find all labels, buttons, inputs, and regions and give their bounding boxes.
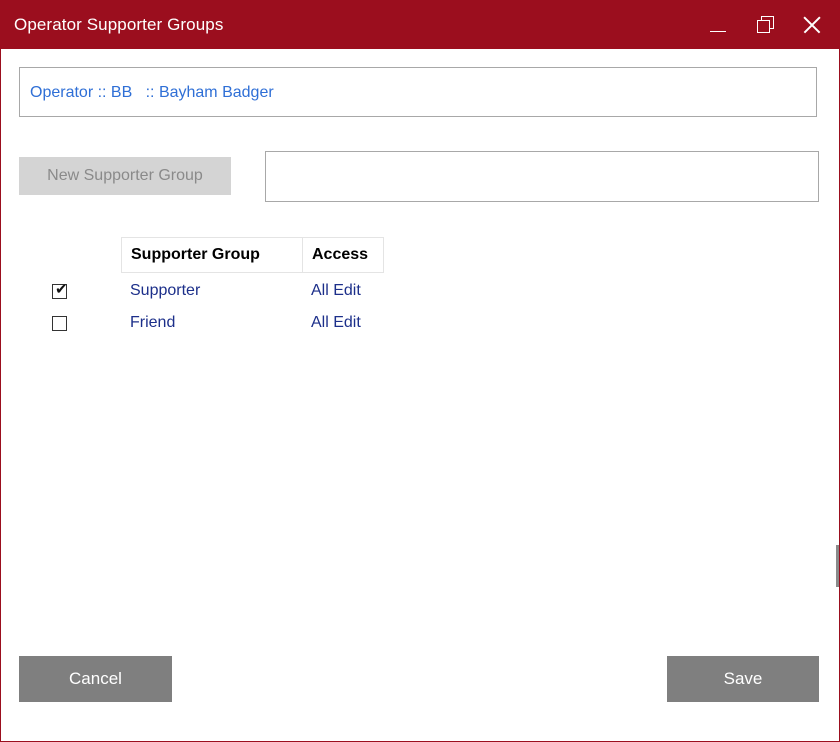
- dialog-window: Operator Supporter Groups Operator :: BB…: [0, 0, 840, 742]
- cell-access[interactable]: All Edit: [311, 282, 361, 300]
- cell-supporter-group[interactable]: Supporter: [130, 282, 200, 300]
- title-bar[interactable]: Operator Supporter Groups: [1, 1, 839, 49]
- minimize-icon[interactable]: [701, 9, 733, 41]
- operator-info-box: Operator :: BB :: Bayham Badger: [19, 67, 817, 117]
- cancel-button[interactable]: Cancel: [19, 656, 172, 702]
- maximize-icon[interactable]: [749, 9, 781, 41]
- cell-supporter-group[interactable]: Friend: [130, 314, 175, 332]
- row-checkbox-unchecked[interactable]: [52, 316, 67, 331]
- row-checkbox-checked[interactable]: ✔: [52, 281, 68, 299]
- column-header-access[interactable]: Access: [302, 237, 384, 273]
- background-window-edge: [836, 545, 839, 587]
- cell-access[interactable]: All Edit: [311, 314, 361, 332]
- new-supporter-group-button[interactable]: New Supporter Group: [19, 157, 231, 195]
- new-supporter-group-input[interactable]: [265, 151, 819, 202]
- checkmark-icon: ✔: [55, 281, 68, 298]
- window-title: Operator Supporter Groups: [14, 15, 224, 34]
- close-icon[interactable]: [795, 9, 827, 41]
- column-header-supporter-group[interactable]: Supporter Group: [121, 237, 303, 273]
- operator-label: Operator :: BB :: Bayham Badger: [30, 84, 274, 101]
- save-button[interactable]: Save: [667, 656, 819, 702]
